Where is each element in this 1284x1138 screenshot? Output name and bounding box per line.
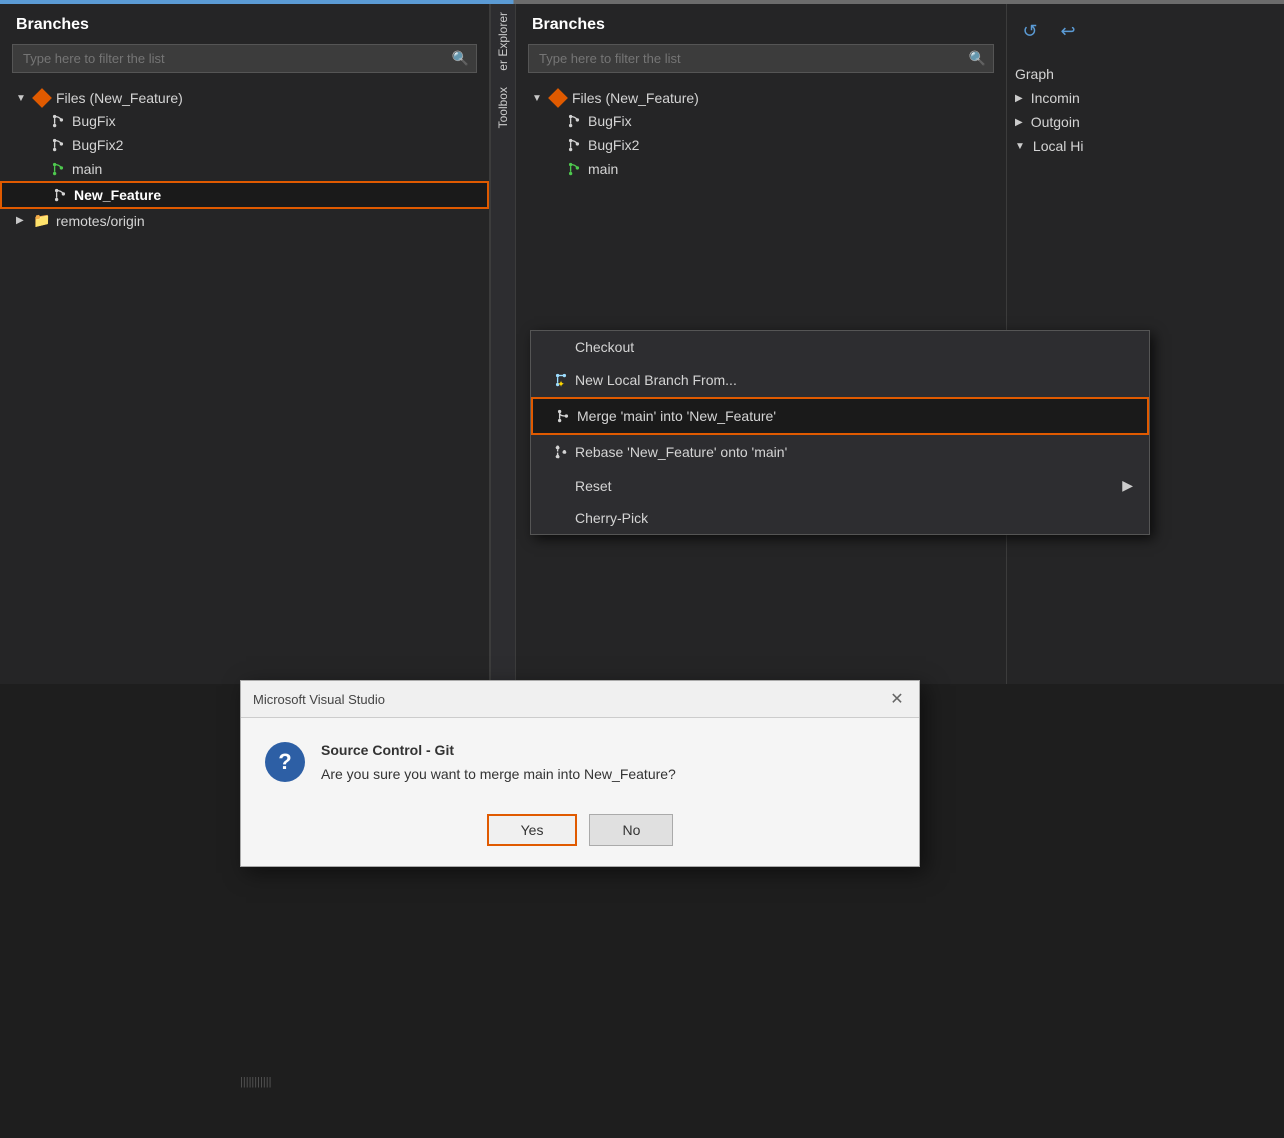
left-bugfix2-label: BugFix2 bbox=[72, 137, 123, 153]
menu-item-cherry-pick[interactable]: Cherry-Pick bbox=[531, 502, 1149, 534]
left-remotes-label: remotes/origin bbox=[56, 213, 145, 229]
right-tree-main[interactable]: main bbox=[516, 157, 1006, 181]
dialog-body: ? Source Control - Git Are you sure you … bbox=[241, 718, 919, 866]
left-bugfix2-git-icon bbox=[48, 136, 68, 154]
question-icon: ? bbox=[265, 742, 305, 782]
left-tree-bugfix2[interactable]: BugFix2 bbox=[0, 133, 489, 157]
sidebar-toolbar: ↺ ↩ bbox=[1015, 12, 1276, 50]
sidebar-local-history-section[interactable]: ▼ Local Hi bbox=[1015, 134, 1276, 158]
right-filter-box: 🔍 bbox=[528, 44, 994, 73]
menu-item-new-local-branch[interactable]: ✦ New Local Branch From... bbox=[531, 363, 1149, 397]
vertical-tab-strip: er Explorer Toolbox bbox=[490, 4, 516, 684]
merge-icon bbox=[549, 407, 577, 425]
right-filter-input[interactable] bbox=[528, 44, 994, 73]
dialog-text-section: Source Control - Git Are you sure you wa… bbox=[321, 742, 895, 782]
rebase-label: Rebase 'New_Feature' onto 'main' bbox=[575, 444, 787, 460]
dialog-message: Are you sure you want to merge main into… bbox=[321, 766, 895, 782]
dialog-title: Microsoft Visual Studio bbox=[253, 692, 385, 707]
left-tree-files[interactable]: ▼ Files (New_Feature) bbox=[0, 87, 489, 109]
menu-item-reset[interactable]: Reset ▶ bbox=[531, 469, 1149, 502]
rebase-icon bbox=[547, 443, 575, 461]
dialog-close-button[interactable]: ✕ bbox=[887, 689, 907, 709]
right-panel-title: Branches bbox=[516, 16, 1006, 44]
left-remotes-folder-icon: 📁 bbox=[32, 212, 52, 229]
refresh-icon[interactable]: ↺ bbox=[1015, 16, 1045, 46]
svg-text:✦: ✦ bbox=[557, 379, 565, 389]
dialog-buttons: Yes No bbox=[265, 806, 895, 846]
graph-label: Graph bbox=[1015, 66, 1054, 82]
er-explorer-tab[interactable]: er Explorer bbox=[492, 4, 514, 79]
left-search-icon: 🔍 bbox=[452, 50, 469, 67]
left-tree-new-feature[interactable]: New_Feature bbox=[0, 181, 489, 209]
incoming-label: Incomin bbox=[1031, 90, 1080, 106]
sidebar-outgoing-section[interactable]: ▶ Outgoin bbox=[1015, 110, 1276, 134]
left-files-diamond-icon bbox=[32, 91, 52, 105]
checkout-label: Checkout bbox=[575, 339, 634, 355]
context-menu: Checkout ✦ New Local Branch From... bbox=[530, 330, 1150, 535]
right-files-diamond-icon bbox=[548, 91, 568, 105]
sidebar-incoming-section[interactable]: ▶ Incomin bbox=[1015, 86, 1276, 110]
right-main-label: main bbox=[588, 161, 618, 177]
bottom-decorative-text: ||||||||||| bbox=[240, 1076, 271, 1088]
right-tree-bugfix2[interactable]: BugFix2 bbox=[516, 133, 1006, 157]
left-main-label: main bbox=[72, 161, 102, 177]
toolbox-tab[interactable]: Toolbox bbox=[492, 79, 514, 136]
reset-label: Reset bbox=[575, 478, 612, 494]
dialog-titlebar: Microsoft Visual Studio ✕ bbox=[241, 681, 919, 718]
bottom-background-area: ||||||||||| bbox=[0, 918, 1284, 1138]
cherry-pick-label: Cherry-Pick bbox=[575, 510, 648, 526]
local-history-label: Local Hi bbox=[1033, 138, 1084, 154]
sidebar-graph-section[interactable]: Graph bbox=[1015, 62, 1276, 86]
left-filter-box: 🔍 bbox=[12, 44, 477, 73]
reset-submenu-arrow-icon: ▶ bbox=[1122, 477, 1133, 494]
back-icon[interactable]: ↩ bbox=[1053, 16, 1083, 46]
new-branch-icon: ✦ bbox=[547, 371, 575, 389]
menu-item-rebase[interactable]: Rebase 'New_Feature' onto 'main' bbox=[531, 435, 1149, 469]
local-history-arrow-icon: ▼ bbox=[1015, 141, 1025, 152]
right-files-label: Files (New_Feature) bbox=[572, 90, 699, 106]
left-bugfix-git-icon bbox=[48, 112, 68, 130]
left-files-label: Files (New_Feature) bbox=[56, 90, 183, 106]
vs-dialog: Microsoft Visual Studio ✕ ? Source Contr… bbox=[240, 680, 920, 867]
new-local-branch-label: New Local Branch From... bbox=[575, 372, 737, 388]
right-bugfix-git-icon bbox=[564, 112, 584, 130]
right-files-arrow: ▼ bbox=[532, 93, 548, 104]
menu-item-merge[interactable]: Merge 'main' into 'New_Feature' bbox=[531, 397, 1149, 435]
left-tree-bugfix[interactable]: BugFix bbox=[0, 109, 489, 133]
outgoing-arrow-icon: ▶ bbox=[1015, 117, 1023, 128]
right-main-git-icon bbox=[564, 160, 584, 178]
right-bugfix2-label: BugFix2 bbox=[588, 137, 639, 153]
left-new-feature-label: New_Feature bbox=[74, 187, 161, 203]
right-tree-files[interactable]: ▼ Files (New_Feature) bbox=[516, 87, 1006, 109]
left-bugfix-label: BugFix bbox=[72, 113, 116, 129]
incoming-arrow-icon: ▶ bbox=[1015, 93, 1023, 104]
left-filter-input[interactable] bbox=[12, 44, 477, 73]
merge-label: Merge 'main' into 'New_Feature' bbox=[577, 408, 776, 424]
right-tree-bugfix[interactable]: BugFix bbox=[516, 109, 1006, 133]
right-search-icon: 🔍 bbox=[969, 50, 986, 67]
outgoing-label: Outgoin bbox=[1031, 114, 1080, 130]
dialog-content: ? Source Control - Git Are you sure you … bbox=[265, 742, 895, 782]
left-new-feature-git-icon bbox=[50, 186, 70, 204]
left-main-git-icon bbox=[48, 160, 68, 178]
right-bugfix-label: BugFix bbox=[588, 113, 632, 129]
left-tree-main[interactable]: main bbox=[0, 157, 489, 181]
menu-item-checkout[interactable]: Checkout bbox=[531, 331, 1149, 363]
left-panel-title: Branches bbox=[0, 16, 489, 44]
right-bugfix2-git-icon bbox=[564, 136, 584, 154]
left-tree-remotes[interactable]: ▶ 📁 remotes/origin bbox=[0, 209, 489, 232]
yes-button[interactable]: Yes bbox=[487, 814, 578, 846]
dialog-subtitle: Source Control - Git bbox=[321, 742, 895, 758]
left-remotes-arrow: ▶ bbox=[16, 215, 32, 226]
left-branch-panel: Branches 🔍 ▼ Files (New_Feature) bbox=[0, 4, 490, 684]
left-files-arrow: ▼ bbox=[16, 93, 32, 104]
no-button[interactable]: No bbox=[589, 814, 673, 846]
